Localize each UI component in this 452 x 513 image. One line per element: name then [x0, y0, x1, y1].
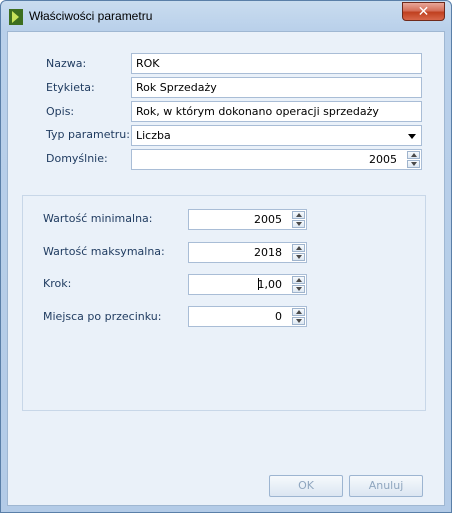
spin-down-button[interactable] — [292, 253, 305, 261]
chevron-down-icon[interactable] — [408, 134, 416, 139]
close-button[interactable]: ✕ — [402, 2, 445, 21]
spin-down-button[interactable] — [292, 317, 305, 325]
decimals-label: Miejsca po przecinku: — [43, 310, 162, 323]
dialog-window: Właściwości parametru ✕ Nazwa: ROK Etyki… — [0, 0, 452, 513]
dialog-body: Nazwa: ROK Etykieta: Rok Sprzedaży Opis:… — [7, 31, 445, 506]
step-value-stepper[interactable]: 1,00 — [188, 274, 307, 295]
cancel-button[interactable]: Anuluj — [349, 475, 423, 497]
spin-up-button[interactable] — [292, 276, 305, 284]
spin-arrows-icon[interactable] — [407, 151, 420, 168]
spin-up-button[interactable] — [292, 211, 305, 219]
type-select[interactable]: Liczba — [131, 125, 422, 146]
label-label: Etykieta: — [46, 81, 95, 94]
min-label: Wartość minimalna: — [43, 212, 153, 225]
description-field[interactable]: Rok, w którym dokonano operacji sprzedaż… — [131, 101, 422, 122]
name-field[interactable]: ROK — [131, 53, 422, 74]
close-icon: ✕ — [417, 4, 430, 20]
type-select-value: Liczba — [136, 129, 171, 142]
spin-down-button[interactable] — [407, 160, 420, 168]
description-label: Opis: — [46, 105, 75, 118]
min-value: 2005 — [254, 213, 282, 226]
default-label: Domyślnie: — [46, 152, 108, 165]
max-value-stepper[interactable]: 2018 — [188, 242, 307, 263]
label-field[interactable]: Rok Sprzedaży — [131, 77, 422, 98]
spin-up-button[interactable] — [292, 244, 305, 252]
title-bar: Właściwości parametru ✕ — [1, 1, 451, 31]
spin-arrows-icon[interactable] — [292, 276, 305, 293]
window-title: Właściwości parametru — [29, 9, 153, 23]
spin-up-button[interactable] — [407, 151, 420, 159]
spin-arrows-icon[interactable] — [292, 308, 305, 325]
max-value: 2018 — [254, 246, 282, 259]
decimals-value: 0 — [275, 310, 282, 323]
number-settings-panel: Wartość minimalna: 2005 Wartość maksymal… — [22, 195, 426, 411]
max-label: Wartość maksymalna: — [43, 245, 165, 258]
default-value: 2005 — [369, 153, 397, 166]
spin-up-button[interactable] — [292, 308, 305, 316]
step-value: 1,00 — [257, 278, 283, 291]
ok-button[interactable]: OK — [269, 475, 343, 497]
name-label: Nazwa: — [46, 57, 87, 70]
spin-down-button[interactable] — [292, 220, 305, 228]
min-value-stepper[interactable]: 2005 — [188, 209, 307, 230]
spin-down-button[interactable] — [292, 285, 305, 293]
spin-arrows-icon[interactable] — [292, 211, 305, 228]
default-value-stepper[interactable]: 2005 — [131, 149, 422, 170]
spin-arrows-icon[interactable] — [292, 244, 305, 261]
decimals-value-stepper[interactable]: 0 — [188, 306, 307, 327]
type-label: Typ parametru: — [46, 128, 130, 141]
app-logo-icon — [9, 9, 23, 25]
step-label: Krok: — [43, 277, 72, 290]
